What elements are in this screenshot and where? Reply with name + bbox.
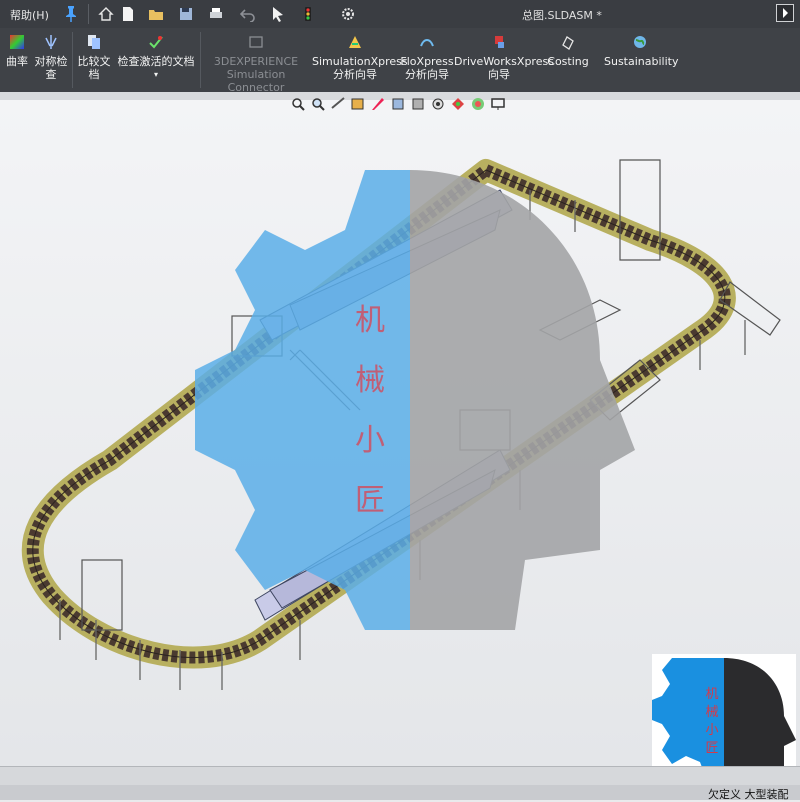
simulation-connector-button[interactable]: 3DEXPERIENCE Simulation Connector: [202, 34, 310, 94]
corner-watermark-char-2: 械: [705, 705, 718, 720]
compare-documents-label-1: 比较文: [77, 55, 111, 68]
options-gear-icon[interactable]: [338, 4, 358, 24]
toolbar-separator: [88, 4, 89, 24]
display-style-icon[interactable]: [410, 96, 426, 112]
open-folder-icon[interactable]: [146, 4, 166, 24]
view-settings-icon[interactable]: [490, 96, 506, 112]
apply-scene-icon[interactable]: [470, 96, 486, 112]
document-title: 总图.SLDASM *: [522, 9, 602, 22]
watermark-char-3: 小: [355, 423, 385, 458]
symmetry-check-label-1: 对称检: [34, 55, 68, 68]
compare-documents-icon: [88, 35, 100, 49]
simulationxpress-button[interactable]: SimulationXpress 分析向导: [312, 34, 408, 81]
corner-watermark-char-3: 小: [705, 723, 718, 738]
ribbon-separator: [72, 32, 73, 88]
help-menu[interactable]: 帮助(H): [10, 7, 49, 23]
watermark-char-1: 机: [355, 303, 385, 338]
compare-documents-label-2: 档: [88, 68, 100, 81]
zoom-to-fit-icon[interactable]: [290, 96, 306, 112]
rebuild-traffic-light-icon[interactable]: [298, 4, 318, 24]
symmetry-check-icon: [45, 35, 57, 49]
costing-label-2: Costing: [547, 55, 589, 68]
view-orientation-icon[interactable]: [390, 96, 406, 112]
sustainability-button[interactable]: Sustainability: [604, 34, 679, 68]
home-icon[interactable]: [96, 4, 116, 24]
select-cursor-icon[interactable]: [268, 4, 288, 24]
driveworksxpress-label-2: 向导: [488, 68, 510, 81]
pin-icon[interactable]: [64, 4, 78, 22]
floxpress-button[interactable]: FloXpress 分析向导: [400, 34, 454, 81]
simulation-connector-label-1: 3DEXPERIENCE: [213, 55, 299, 68]
floxpress-icon: [420, 39, 434, 47]
expand-arrow-icon[interactable]: [776, 4, 794, 22]
symmetry-check-label-2: 查: [45, 68, 57, 81]
watermark-char-4: 匠: [355, 483, 385, 518]
status-bar: [0, 766, 800, 800]
symmetry-check-button[interactable]: 对称检 查: [32, 34, 70, 81]
simulationxpress-label-2: 分析向导: [333, 68, 377, 81]
save-icon[interactable]: [176, 4, 196, 24]
curvature-label: 曲率: [6, 55, 28, 68]
edit-appearance-icon[interactable]: [450, 96, 466, 112]
watermark-logo-center: 机 械 小 匠: [195, 170, 635, 630]
driveworksxpress-button[interactable]: DriveWorksXpress 向导: [454, 34, 554, 81]
undo-icon[interactable]: [238, 4, 258, 24]
status-bar-upper: [0, 766, 800, 785]
new-file-icon[interactable]: [118, 4, 138, 24]
check-active-document-icon: [149, 36, 163, 49]
curvature-button[interactable]: 曲率: [4, 34, 30, 68]
sustainability-globe-icon: [634, 36, 646, 48]
heads-up-view-toolbar: [290, 96, 506, 114]
compare-documents-button[interactable]: 比较文 档: [76, 34, 112, 81]
driveworksxpress-label-1: DriveWorksXpress: [454, 55, 554, 68]
print-icon[interactable]: [206, 4, 226, 24]
check-active-document-label: 检查激活的文档: [117, 55, 195, 68]
curvature-icon: [10, 35, 24, 49]
section-view-icon[interactable]: [350, 96, 366, 112]
floxpress-label-1: FloXpress: [400, 55, 454, 68]
simulationxpress-icon: [349, 36, 361, 48]
watermark-logo-corner: 机 械 小 匠: [652, 654, 796, 782]
simulationxpress-label-1: SimulationXpress: [312, 55, 408, 68]
check-active-document-button[interactable]: 检查激活的文档 ▾: [116, 34, 196, 81]
simulation-connector-label-2: Simulation Connector: [226, 68, 286, 94]
costing-icon: [562, 36, 574, 50]
dynamic-annotation-icon[interactable]: [370, 96, 386, 112]
command-manager-ribbon: 曲率 对称检 查 比较文 档 检查激活的文档 ▾ 3DEXPERIENCE Si…: [0, 28, 800, 94]
sustainability-label: Sustainability: [604, 55, 679, 68]
previous-view-icon[interactable]: [330, 96, 346, 112]
floxpress-label-2: 分析向导: [405, 68, 449, 81]
simulation-connector-icon: [249, 36, 263, 48]
corner-watermark-char-1: 机: [705, 687, 718, 702]
corner-watermark-char-4: 匠: [705, 741, 718, 756]
zoom-area-icon[interactable]: [310, 96, 326, 112]
driveworksxpress-icon: [495, 36, 504, 48]
ribbon-separator: [200, 32, 201, 88]
watermark-char-2: 械: [355, 363, 385, 398]
costing-button[interactable]: Costing: [546, 34, 590, 68]
dropdown-arrow-icon[interactable]: ▾: [116, 68, 196, 81]
hide-show-icon[interactable]: [430, 96, 446, 112]
title-bar: 帮助(H) 总图.SLDASM *: [0, 0, 800, 28]
